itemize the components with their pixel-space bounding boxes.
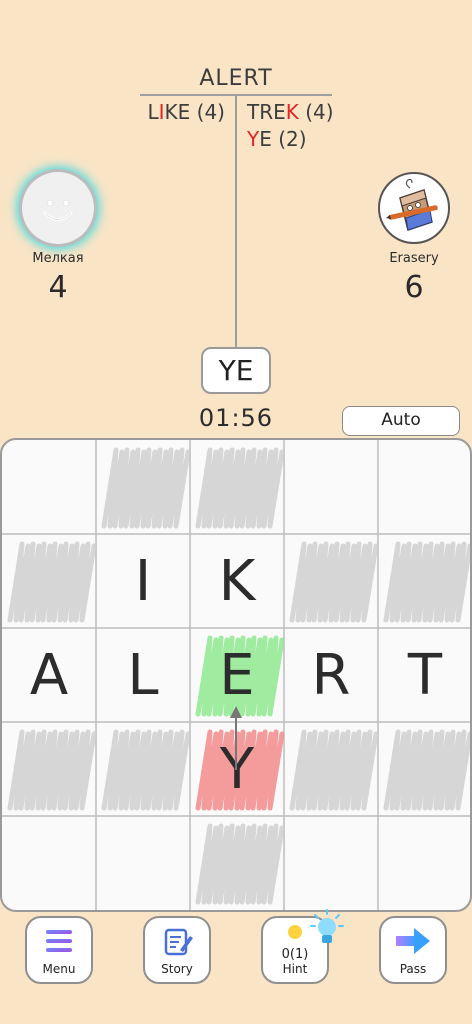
board-letter: E <box>219 642 255 708</box>
board-cell-r4c4[interactable] <box>378 816 470 910</box>
player1-name: Мелкая <box>32 251 84 266</box>
main-word: ALERT <box>199 66 273 91</box>
board-cell-r2c2[interactable]: E <box>190 628 284 722</box>
new-letter: K <box>285 100 299 124</box>
board-cell-r1c0[interactable] <box>2 534 96 628</box>
board-cell-r3c1[interactable] <box>96 722 190 816</box>
board-cell-r3c0[interactable] <box>2 722 96 816</box>
board-letter: K <box>218 548 256 614</box>
player2-word-0: TREK (4) <box>247 100 334 124</box>
menu-button[interactable]: Menu <box>25 916 93 984</box>
player1-word-list: LIKE (4) <box>147 100 225 124</box>
board-letter: T <box>407 642 443 708</box>
player2-word-list: TREK (4) YE (2) <box>247 100 334 154</box>
board-cell-r2c1[interactable]: L <box>96 628 190 722</box>
board-cell-r4c3[interactable] <box>284 816 378 910</box>
board-cell-r2c4[interactable]: T <box>378 628 470 722</box>
eraser-with-pencil-icon <box>386 178 438 231</box>
board-cell-r3c2[interactable]: Y <box>190 722 284 816</box>
board-cell-r0c4[interactable] <box>378 440 470 534</box>
turn-timer: 01:56 <box>198 404 274 432</box>
player2-score: 6 <box>404 270 424 305</box>
board-cell-r4c0[interactable] <box>2 816 96 910</box>
player1-avatar <box>22 172 94 244</box>
board-letter: A <box>29 642 69 708</box>
game-board[interactable]: IK ALERT Y <box>0 438 472 912</box>
auto-button[interactable]: Auto <box>342 406 460 436</box>
board-cell-r1c4[interactable] <box>378 534 470 628</box>
word-text: L <box>147 100 159 124</box>
board-cell-r1c1[interactable]: I <box>96 534 190 628</box>
pass-button[interactable]: Pass <box>379 916 447 984</box>
hint-button-label: Hint <box>282 962 308 976</box>
word-text: TRE <box>247 100 286 124</box>
board-cell-r4c1[interactable] <box>96 816 190 910</box>
board-cell-r0c3[interactable] <box>284 440 378 534</box>
player2-name: Erasery <box>389 251 439 266</box>
lightbulb-icon <box>310 909 344 943</box>
board-cell-r0c1[interactable] <box>96 440 190 534</box>
board-cell-r0c2[interactable] <box>190 440 284 534</box>
menu-button-label: Menu <box>42 962 76 976</box>
word-text: E (2) <box>259 127 307 151</box>
board-cell-r2c0[interactable]: A <box>2 628 96 722</box>
player2-word-1: YE (2) <box>247 127 334 151</box>
story-button-label: Story <box>161 962 193 976</box>
board-cell-r3c3[interactable] <box>284 722 378 816</box>
board-cell-r4c2[interactable] <box>190 816 284 910</box>
current-word-box: YE <box>201 347 271 394</box>
board-cell-r0c0[interactable] <box>2 440 96 534</box>
notepad-pencil-icon <box>164 928 193 956</box>
word-list-divider-vertical <box>235 96 237 348</box>
board-cell-r3c4[interactable] <box>378 722 470 816</box>
board-cell-r1c3[interactable] <box>284 534 378 628</box>
player1-word-0: LIKE (4) <box>147 100 225 124</box>
arrow-right-icon <box>396 928 430 954</box>
word-text: (4) <box>298 100 334 124</box>
board-letter: I <box>134 548 152 614</box>
board-cell-r1c2[interactable]: K <box>190 534 284 628</box>
board-letter: R <box>311 642 351 708</box>
pass-button-label: Pass <box>399 962 427 976</box>
new-letter: Y <box>247 127 260 151</box>
story-button[interactable]: Story <box>143 916 211 984</box>
player1-score: 4 <box>48 270 68 305</box>
hint-button[interactable]: 0(1) Hint <box>261 909 344 984</box>
smiley-face-icon <box>43 199 73 221</box>
sun-coin-icon <box>288 925 302 939</box>
word-text: KE (4) <box>164 100 225 124</box>
board-letter: L <box>127 642 159 708</box>
player2-avatar <box>378 172 450 244</box>
board-cell-r2c3[interactable]: R <box>284 628 378 722</box>
board-letter: Y <box>219 736 255 802</box>
hamburger-menu-icon <box>46 930 72 952</box>
